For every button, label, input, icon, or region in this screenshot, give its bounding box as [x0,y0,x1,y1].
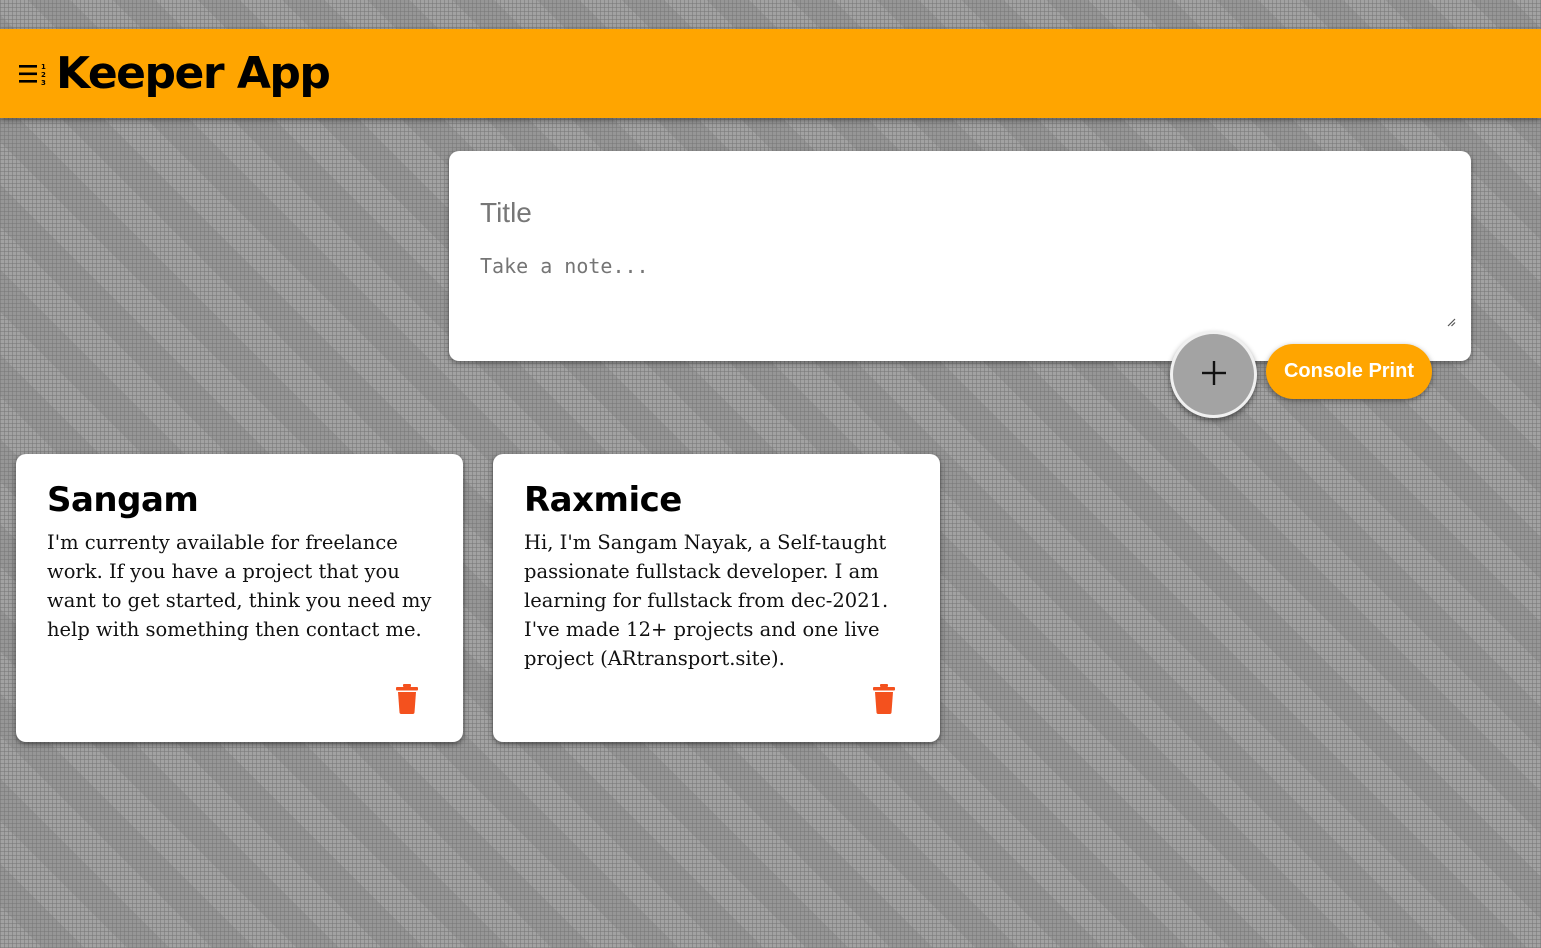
title-input[interactable] [480,197,1440,229]
trash-icon [873,684,895,718]
app-header: 1 2 3 Keeper App [0,29,1541,118]
plus-icon [1201,360,1227,390]
svg-text:1: 1 [41,63,46,71]
trash-icon [396,684,418,718]
note-content: Hi, I'm Sangam Nayak, a Self-taught pass… [524,531,889,670]
svg-text:3: 3 [41,79,46,87]
note-title: Raxmice [524,480,682,520]
note-card: Raxmice Hi, I'm Sangam Nayak, a Self-tau… [493,454,940,742]
delete-note-button[interactable] [395,684,419,718]
note-textarea[interactable] [480,254,1455,324]
app-title: Keeper App [56,48,331,99]
svg-text:2: 2 [41,71,46,79]
resize-grip-icon[interactable] [1446,312,1456,327]
note-composer [449,151,1471,361]
console-print-button[interactable]: Console Print [1266,344,1432,399]
numbered-list-icon: 1 2 3 [18,59,52,89]
note-content: I'm currenty available for freelance wor… [47,531,432,641]
note-title: Sangam [47,480,199,520]
delete-note-button[interactable] [872,684,896,718]
note-card: Sangam I'm currenty available for freela… [16,454,463,742]
add-note-button[interactable] [1170,331,1257,418]
